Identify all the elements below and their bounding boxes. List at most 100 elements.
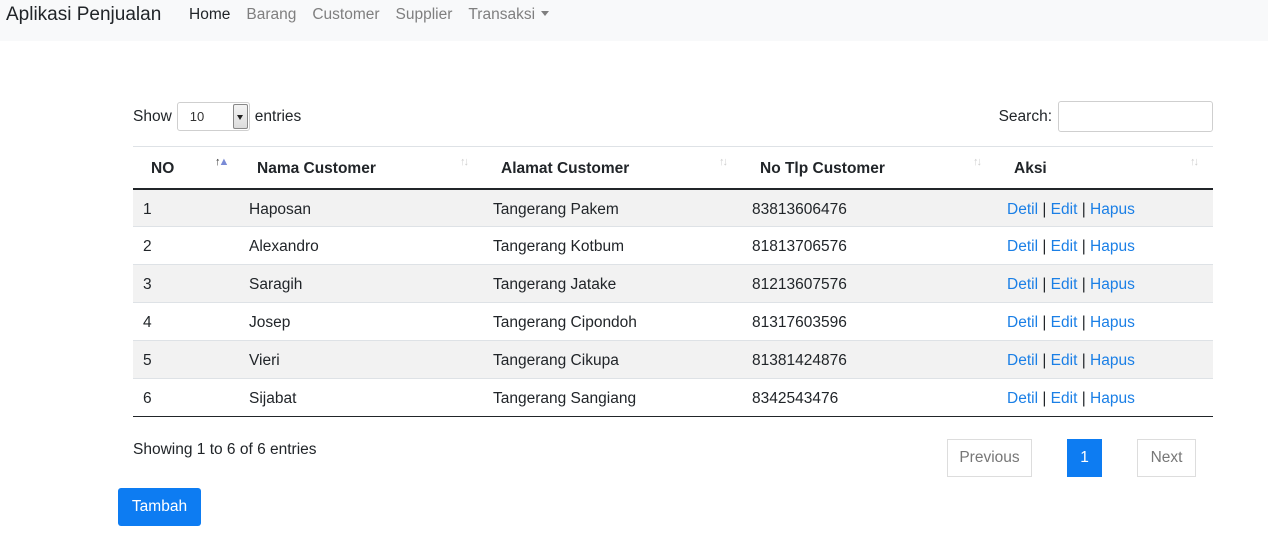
cell-tlp-text: 81381424876	[752, 352, 847, 369]
cell-nama: Sijabat	[236, 378, 481, 417]
sort-icon: ↑↓	[719, 156, 728, 168]
edit-link[interactable]: Edit	[1051, 276, 1078, 293]
cell-no-text: 6	[143, 390, 152, 407]
nav-item-transaksi-label: Transaksi	[468, 6, 536, 23]
separator: |	[1081, 238, 1086, 255]
cell-tlp: 8342543476	[740, 378, 994, 417]
previous-button[interactable]: Previous	[947, 439, 1032, 477]
cell-tlp-text: 81813706576	[752, 238, 847, 255]
cell-alamat-text: Tangerang Sangiang	[493, 390, 637, 407]
table-row: 4 Josep Tangerang Cipondoh 81317603596 Detil…	[133, 302, 1213, 341]
table-row: 2 Alexandro Tangerang Kotbum 81813706576 Det…	[133, 226, 1213, 265]
cell-tlp: 81317603596	[740, 302, 994, 341]
sort-icon: ↑↓	[973, 156, 982, 168]
column-header-label: Nama Customer	[257, 160, 376, 177]
edit-link[interactable]: Edit	[1051, 390, 1078, 407]
detil-link[interactable]: Detil	[1007, 390, 1038, 407]
detil-link[interactable]: Detil	[1007, 238, 1038, 255]
action-links: Detil | Edit | Hapus	[1007, 276, 1135, 294]
table-row: 3 Saragih Tangerang Jatake 81213607576 Detil…	[133, 264, 1213, 303]
column-header-label: Aksi	[1014, 160, 1047, 177]
cell-tlp: 81213607576	[740, 264, 994, 303]
hapus-link[interactable]: Hapus	[1090, 352, 1135, 369]
detil-link[interactable]: Detil	[1007, 276, 1038, 293]
cell-alamat-text: Tangerang Jatake	[493, 276, 617, 293]
cell-no: 1	[133, 188, 236, 227]
table-row: 1 Haposan Tangerang Pakem 83813606476 Detil …	[133, 188, 1213, 227]
nav-item-customer[interactable]: Customer	[304, 0, 387, 30]
nav-item-home[interactable]: Home	[181, 0, 238, 30]
search-input[interactable]	[1058, 101, 1213, 132]
column-header-label: NO	[151, 160, 175, 177]
nav-item-barang[interactable]: Barang	[238, 0, 304, 30]
page-1-button[interactable]: 1	[1067, 439, 1102, 477]
dropdown-arrow-icon[interactable]	[232, 104, 248, 129]
sort-icon: ↑↓	[1190, 156, 1199, 168]
table-row: 5 Vieri Tangerang Cikupa 81381424876 Detil |…	[133, 340, 1213, 379]
cell-alamat: Tangerang Cipondoh	[481, 302, 740, 341]
separator: |	[1081, 276, 1086, 293]
cell-no: 3	[133, 264, 236, 303]
cell-alamat: Tangerang Sangiang	[481, 378, 740, 417]
cell-tlp: 81813706576	[740, 226, 994, 265]
edit-link[interactable]: Edit	[1051, 238, 1078, 255]
cell-alamat: Tangerang Jatake	[481, 264, 740, 303]
column-header-alamat[interactable]: Alamat Customer ↑↓	[481, 146, 740, 190]
hapus-link[interactable]: Hapus	[1090, 314, 1135, 331]
edit-link[interactable]: Edit	[1051, 314, 1078, 331]
brand-logo[interactable]: Aplikasi Penjualan	[6, 4, 161, 26]
column-header-aksi[interactable]: Aksi ↑↓	[994, 146, 1213, 190]
column-header-label: No Tlp Customer	[760, 160, 885, 177]
nav-item-transaksi[interactable]: Transaksi	[460, 0, 557, 30]
entries-select[interactable]: 10	[176, 102, 250, 131]
detil-link[interactable]: Detil	[1007, 352, 1038, 369]
cell-alamat: Tangerang Pakem	[481, 188, 740, 227]
cell-aksi: Detil | Edit | Hapus	[994, 340, 1213, 379]
cell-no-text: 1	[143, 200, 152, 218]
table-header-row: NO ↑▲ Nama Customer ↑↓ Alamat Customer ↑…	[133, 146, 1213, 190]
cell-tlp: 83813606476	[740, 188, 994, 227]
tambah-button[interactable]: Tambah	[118, 488, 201, 526]
separator: |	[1081, 200, 1086, 218]
separator: |	[1081, 390, 1086, 407]
separator: |	[1081, 352, 1086, 369]
cell-nama-text: Josep	[249, 314, 291, 331]
cell-nama-text: Vieri	[249, 352, 280, 369]
cell-nama: Haposan	[236, 188, 481, 227]
cell-nama-text: Alexandro	[249, 238, 319, 255]
hapus-link[interactable]: Hapus	[1090, 390, 1135, 407]
cell-alamat-text: Tangerang Pakem	[493, 200, 619, 218]
separator: |	[1042, 276, 1047, 293]
detil-link[interactable]: Detil	[1007, 314, 1038, 331]
separator: |	[1042, 200, 1047, 218]
caret-down-icon	[541, 11, 550, 16]
cell-nama-text: Sijabat	[249, 390, 297, 407]
separator: |	[1042, 390, 1047, 407]
cell-alamat-text: Tangerang Cipondoh	[493, 314, 637, 331]
column-header-tlp[interactable]: No Tlp Customer ↑↓	[740, 146, 994, 190]
next-button[interactable]: Next	[1137, 439, 1196, 477]
edit-link[interactable]: Edit	[1051, 352, 1078, 369]
cell-nama: Vieri	[236, 340, 481, 379]
nav-item-supplier[interactable]: Supplier	[388, 0, 461, 30]
cell-nama: Saragih	[236, 264, 481, 303]
hapus-link[interactable]: Hapus	[1090, 238, 1135, 255]
cell-aksi: Detil | Edit | Hapus	[994, 302, 1213, 341]
sort-ascending-icon: ↑▲	[215, 156, 229, 168]
cell-no-text: 3	[143, 276, 152, 293]
column-header-no[interactable]: NO ↑▲	[133, 146, 236, 190]
hapus-link[interactable]: Hapus	[1090, 276, 1135, 293]
cell-tlp: 81381424876	[740, 340, 994, 379]
edit-link[interactable]: Edit	[1051, 201, 1078, 218]
hapus-link[interactable]: Hapus	[1090, 201, 1135, 218]
cell-alamat-text: Tangerang Kotbum	[493, 238, 624, 255]
navbar: Aplikasi Penjualan Home Barang Customer …	[0, 0, 1268, 41]
cell-no-text: 4	[143, 314, 152, 331]
column-header-nama[interactable]: Nama Customer ↑↓	[236, 146, 481, 190]
search-label: Search:	[998, 107, 1052, 125]
sort-icon: ↑↓	[460, 156, 469, 168]
cell-no-text: 2	[143, 238, 152, 255]
detil-link[interactable]: Detil	[1007, 201, 1038, 218]
table-info: Showing 1 to 6 of 6 entries	[133, 441, 317, 458]
separator: |	[1042, 352, 1047, 369]
